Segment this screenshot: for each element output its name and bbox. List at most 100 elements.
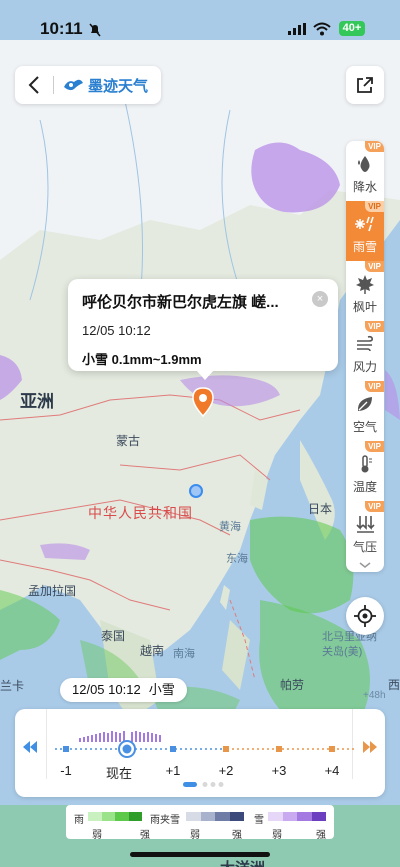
raindrop-icon xyxy=(354,153,376,175)
label-lanka: 兰卡 xyxy=(0,679,25,693)
layer-maple[interactable]: VIP 枫叶 xyxy=(346,261,384,321)
label-thailand: 泰国 xyxy=(101,629,126,643)
legend-swatch xyxy=(115,812,129,821)
layer-label: 风力 xyxy=(352,360,377,374)
vip-badge: VIP xyxy=(365,201,384,212)
header-divider xyxy=(53,76,54,94)
legend-swatch xyxy=(229,812,244,821)
legend-snow-bar xyxy=(268,812,326,821)
back-button[interactable] xyxy=(15,66,53,104)
cellular-signal-icon xyxy=(288,23,306,35)
legend-strong: 强 xyxy=(316,830,326,841)
label-oceania: 大洋洲 xyxy=(220,857,265,867)
tick-plus-4[interactable]: +4 xyxy=(325,763,340,778)
layer-wind[interactable]: VIP 风力 xyxy=(346,321,384,381)
legend-rain-bar xyxy=(88,812,142,821)
mute-bell-icon xyxy=(89,23,101,37)
popup-title: 呼伦贝尔市新巴尔虎左旗 嵯... xyxy=(82,294,279,311)
forecast-range-label: +48h xyxy=(363,690,386,701)
tick-minus-1[interactable]: -1 xyxy=(60,763,72,778)
header-back-box: 墨迹天气 xyxy=(15,66,161,104)
page-indicator xyxy=(183,782,224,787)
label-palau: 帕劳 xyxy=(280,678,305,692)
legend-swatch xyxy=(215,812,230,821)
layer-air[interactable]: VIP 空气 xyxy=(346,381,384,441)
pressure-icon xyxy=(354,513,376,535)
locate-button[interactable] xyxy=(346,597,384,635)
label-yellow-sea: 黄海 xyxy=(219,521,241,533)
label-west: 西 xyxy=(388,678,400,692)
legend-swatch xyxy=(186,812,201,821)
chip-weather: 小雪 xyxy=(148,682,175,697)
layer-label: 空气 xyxy=(352,420,377,434)
maple-leaf-icon xyxy=(354,273,376,295)
battery-indicator: 40+ xyxy=(339,21,365,36)
chip-time: 12/05 10:12 xyxy=(72,682,141,697)
legend-weak: 弱 xyxy=(92,830,102,841)
thermometer-icon xyxy=(354,453,376,475)
home-indicator xyxy=(130,852,270,857)
legend-swatch xyxy=(282,812,297,821)
label-japan: 日本 xyxy=(308,502,333,516)
layer-label: 降水 xyxy=(352,180,377,194)
precip-legend: 雨 弱 强 雨夹雪 弱 强 雪 弱 强 xyxy=(66,805,334,841)
layer-temperature[interactable]: VIP 温度 xyxy=(346,441,384,501)
legend-swatch xyxy=(101,812,115,821)
share-icon xyxy=(357,77,373,93)
label-china: 中华人民共和国 xyxy=(88,505,193,521)
legend-strong: 强 xyxy=(232,830,242,841)
legend-weak: 弱 xyxy=(272,830,282,841)
current-time-chip: 12/05 10:12 小雪 xyxy=(60,678,187,702)
label-south-sea: 南海 xyxy=(173,648,195,660)
label-guam: 关岛(美) xyxy=(322,646,363,658)
vip-badge: VIP xyxy=(365,501,384,512)
vip-badge: VIP xyxy=(365,441,384,452)
legend-swatch xyxy=(128,812,142,821)
layer-more-indicator xyxy=(346,561,384,572)
status-time: 10:11 xyxy=(40,19,83,38)
label-mongolia: 蒙古 xyxy=(116,434,141,448)
moji-logo-icon xyxy=(64,79,83,91)
label-east-sea: 东海 xyxy=(226,553,248,565)
close-icon[interactable]: × xyxy=(312,291,328,307)
wind-icon xyxy=(354,333,376,355)
my-location-dot xyxy=(189,484,203,498)
layer-pressure[interactable]: VIP 气压 xyxy=(346,501,384,561)
layer-label: 枫叶 xyxy=(352,300,377,314)
legend-rain-label: 雨 xyxy=(74,815,84,826)
rain-snow-icon xyxy=(354,213,376,235)
brand-logo: 墨迹天气 xyxy=(62,75,148,96)
location-pin-icon[interactable] xyxy=(191,387,215,417)
tick-plus-1[interactable]: +1 xyxy=(166,763,181,778)
layer-rain-snow[interactable]: VIP 雨雪 xyxy=(346,201,384,261)
legend-strong: 强 xyxy=(140,830,150,841)
legend-swatch xyxy=(311,812,326,821)
wifi-icon xyxy=(313,22,331,36)
tick-plus-3[interactable]: +3 xyxy=(272,763,287,778)
layer-label: 雨雪 xyxy=(352,240,377,254)
vip-badge: VIP xyxy=(365,381,384,392)
chevron-left-icon xyxy=(28,76,39,94)
share-button[interactable] xyxy=(346,66,384,104)
legend-weak: 弱 xyxy=(190,830,200,841)
label-asia: 亚洲 xyxy=(20,392,54,411)
popup-precip-info: 小雪 0.1mm~1.9mm xyxy=(82,352,202,367)
legend-swatch xyxy=(297,812,312,821)
chevron-down-icon xyxy=(359,562,371,568)
layer-label: 温度 xyxy=(352,480,377,494)
popup-time: 12/05 10:12 xyxy=(82,323,151,338)
tick-now[interactable]: 现在 xyxy=(106,763,132,782)
legend-swatch xyxy=(268,812,283,821)
legend-swatch xyxy=(88,812,102,821)
vip-badge: VIP xyxy=(365,141,384,152)
legend-sleet-label: 雨夹雪 xyxy=(150,815,180,826)
legend-snow-label: 雪 xyxy=(254,815,264,826)
tick-plus-2[interactable]: +2 xyxy=(219,763,234,778)
status-bar: 10:11 40+ xyxy=(0,0,400,46)
location-popup[interactable]: 呼伦贝尔市新巴尔虎左旗 嵯... × 12/05 10:12 小雪 0.1mm~… xyxy=(68,279,338,380)
vip-badge: VIP xyxy=(365,261,384,272)
legend-swatch xyxy=(200,812,215,821)
vip-badge: VIP xyxy=(365,321,384,332)
legend-sleet-bar xyxy=(186,812,244,821)
layer-precipitation[interactable]: VIP 降水 xyxy=(346,141,384,201)
